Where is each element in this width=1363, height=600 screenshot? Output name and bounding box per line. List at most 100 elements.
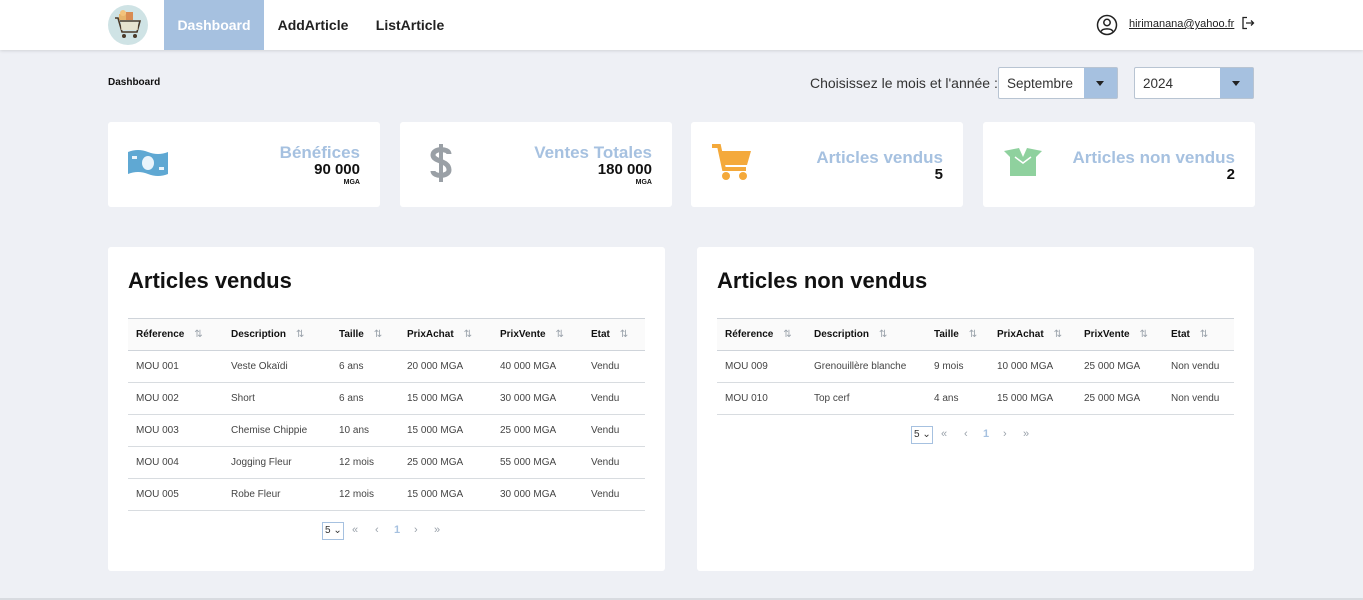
cell-description: Robe Fleur xyxy=(223,478,331,511)
table-row[interactable]: MOU 005 Robe Fleur 12 mois 15 000 MGA 30… xyxy=(128,478,645,511)
stat-title: Ventes Totales xyxy=(534,143,652,162)
stat-value: 2 xyxy=(1226,166,1235,183)
column-header-etat[interactable]: Etat ⇅ xyxy=(1163,318,1234,351)
cell-prixvente: 55 000 MGA xyxy=(492,446,583,479)
cell-taille: 9 mois xyxy=(926,350,989,383)
next-page-button[interactable]: › xyxy=(414,524,418,536)
cell-reference: MOU 004 xyxy=(128,446,223,479)
first-page-button[interactable]: « xyxy=(352,524,358,536)
user-email-link[interactable]: hirimanana@yahoo.fr xyxy=(1129,18,1234,30)
cell-taille: 12 mois xyxy=(331,478,399,511)
chevron-down-icon[interactable] xyxy=(1220,68,1253,98)
sort-icon[interactable]: ⇅ xyxy=(620,329,628,340)
page-size-select[interactable]: 5 ⌄ xyxy=(322,522,344,540)
cell-prixachat: 15 000 MGA xyxy=(989,382,1076,415)
sort-icon[interactable]: ⇅ xyxy=(1054,329,1062,340)
nav-dashboard[interactable]: Dashboard xyxy=(164,0,264,50)
table-row[interactable]: MOU 002 Short 6 ans 15 000 MGA 30 000 MG… xyxy=(128,382,645,415)
cell-prixachat: 15 000 MGA xyxy=(399,478,492,511)
column-header-description[interactable]: Description ⇅ xyxy=(806,318,926,351)
column-header-reference[interactable]: Réference ⇅ xyxy=(128,318,223,351)
cell-prixvente: 25 000 MGA xyxy=(1076,382,1163,415)
sort-icon[interactable]: ⇅ xyxy=(374,329,382,340)
column-header-prixvente[interactable]: PrixVente ⇅ xyxy=(492,318,583,351)
cell-description: Jogging Fleur xyxy=(223,446,331,479)
cell-etat: Vendu xyxy=(583,414,645,447)
column-header-etat[interactable]: Etat ⇅ xyxy=(583,318,645,351)
month-select[interactable]: Septembre xyxy=(998,67,1118,99)
sort-icon[interactable]: ⇅ xyxy=(879,329,887,340)
money-bill-icon xyxy=(128,150,168,176)
cell-etat: Vendu xyxy=(583,446,645,479)
cell-etat: Vendu xyxy=(583,478,645,511)
sort-icon[interactable]: ⇅ xyxy=(464,329,472,340)
logout-icon[interactable] xyxy=(1241,16,1255,30)
sold-articles-panel: Articles vendus Réference ⇅ Description ⇅ … xyxy=(108,247,665,571)
stat-value: 90 000 xyxy=(314,161,360,178)
nav-list-article[interactable]: ListArticle xyxy=(362,0,458,50)
table-row[interactable]: MOU 003 Chemise Chippie 10 ans 15 000 MG… xyxy=(128,414,645,447)
cell-taille: 10 ans xyxy=(331,414,399,447)
cell-prixachat: 20 000 MGA xyxy=(399,350,492,383)
year-select-value: 2024 xyxy=(1143,76,1174,91)
cell-prixachat: 15 000 MGA xyxy=(399,414,492,447)
pagination: 5 ⌄ « ‹ 1 › » xyxy=(911,426,1041,444)
current-page-button[interactable]: 1 xyxy=(983,428,989,440)
shopping-cart-logo[interactable] xyxy=(108,5,148,45)
stat-value: 5 xyxy=(934,166,943,183)
unsold-articles-panel: Articles non vendus Réference ⇅ Descripti… xyxy=(697,247,1254,571)
table-row[interactable]: MOU 001 Veste Okaïdi 6 ans 20 000 MGA 40… xyxy=(128,350,645,383)
year-select[interactable]: 2024 xyxy=(1134,67,1254,99)
cell-reference: MOU 005 xyxy=(128,478,223,511)
page-size-select[interactable]: 5 ⌄ xyxy=(911,426,933,444)
table-header-row: Réference ⇅ Description ⇅ Taille ⇅ PrixAcha… xyxy=(717,318,1234,351)
prev-page-button[interactable]: ‹ xyxy=(964,428,968,440)
table-row[interactable]: MOU 009 Grenouillère blanche 9 mois 10 0… xyxy=(717,350,1234,383)
prev-page-button[interactable]: ‹ xyxy=(375,524,379,536)
cell-taille: 12 mois xyxy=(331,446,399,479)
column-header-reference[interactable]: Réference ⇅ xyxy=(717,318,806,351)
last-page-button[interactable]: » xyxy=(434,524,440,536)
cell-reference: MOU 009 xyxy=(717,350,806,383)
column-header-description[interactable]: Description ⇅ xyxy=(223,318,331,351)
nav-add-article[interactable]: AddArticle xyxy=(264,0,362,50)
chevron-down-icon[interactable] xyxy=(1084,68,1117,98)
sort-icon[interactable]: ⇅ xyxy=(1200,329,1208,340)
cell-description: Grenouillère blanche xyxy=(806,350,926,383)
cell-prixachat: 25 000 MGA xyxy=(399,446,492,479)
column-header-taille[interactable]: Taille ⇅ xyxy=(331,318,399,351)
table-row[interactable]: MOU 004 Jogging Fleur 12 mois 25 000 MGA… xyxy=(128,446,645,479)
sort-icon[interactable]: ⇅ xyxy=(1140,329,1148,340)
unsold-articles-table: Réference ⇅ Description ⇅ Taille ⇅ PrixAcha… xyxy=(717,318,1234,415)
cell-reference: MOU 002 xyxy=(128,382,223,415)
current-page-button[interactable]: 1 xyxy=(394,524,400,536)
next-page-button[interactable]: › xyxy=(1003,428,1007,440)
column-header-taille[interactable]: Taille ⇅ xyxy=(926,318,989,351)
table-row[interactable]: MOU 010 Top cerf 4 ans 15 000 MGA 25 000… xyxy=(717,382,1234,415)
last-page-button[interactable]: » xyxy=(1023,428,1029,440)
column-header-prixachat[interactable]: PrixAchat ⇅ xyxy=(989,318,1076,351)
cell-reference: MOU 001 xyxy=(128,350,223,383)
sort-icon[interactable]: ⇅ xyxy=(296,329,304,340)
breadcrumb: Dashboard xyxy=(108,77,161,88)
panel-title: Articles vendus xyxy=(128,268,292,293)
stat-card-ventes-totales: Ventes Totales 180 000 MGA xyxy=(400,122,672,207)
stat-value: 180 000 xyxy=(597,161,652,178)
first-page-button[interactable]: « xyxy=(941,428,947,440)
sort-icon[interactable]: ⇅ xyxy=(194,329,202,340)
column-header-prixvente[interactable]: PrixVente ⇅ xyxy=(1076,318,1163,351)
cell-prixvente: 30 000 MGA xyxy=(492,382,583,415)
sort-icon[interactable]: ⇅ xyxy=(969,329,977,340)
stat-title: Bénéfices xyxy=(279,143,360,162)
user-circle-icon[interactable] xyxy=(1096,14,1118,36)
cell-prixvente: 30 000 MGA xyxy=(492,478,583,511)
sort-icon[interactable]: ⇅ xyxy=(783,329,791,340)
cell-taille: 6 ans xyxy=(331,350,399,383)
column-header-prixachat[interactable]: PrixAchat ⇅ xyxy=(399,318,492,351)
cell-prixvente: 25 000 MGA xyxy=(492,414,583,447)
sold-articles-table: Réference ⇅ Description ⇅ Taille ⇅ PrixAcha… xyxy=(128,318,645,511)
cell-etat: Vendu xyxy=(583,382,645,415)
sort-icon[interactable]: ⇅ xyxy=(556,329,564,340)
shopping-cart-icon xyxy=(712,144,751,180)
cell-prixvente: 25 000 MGA xyxy=(1076,350,1163,383)
